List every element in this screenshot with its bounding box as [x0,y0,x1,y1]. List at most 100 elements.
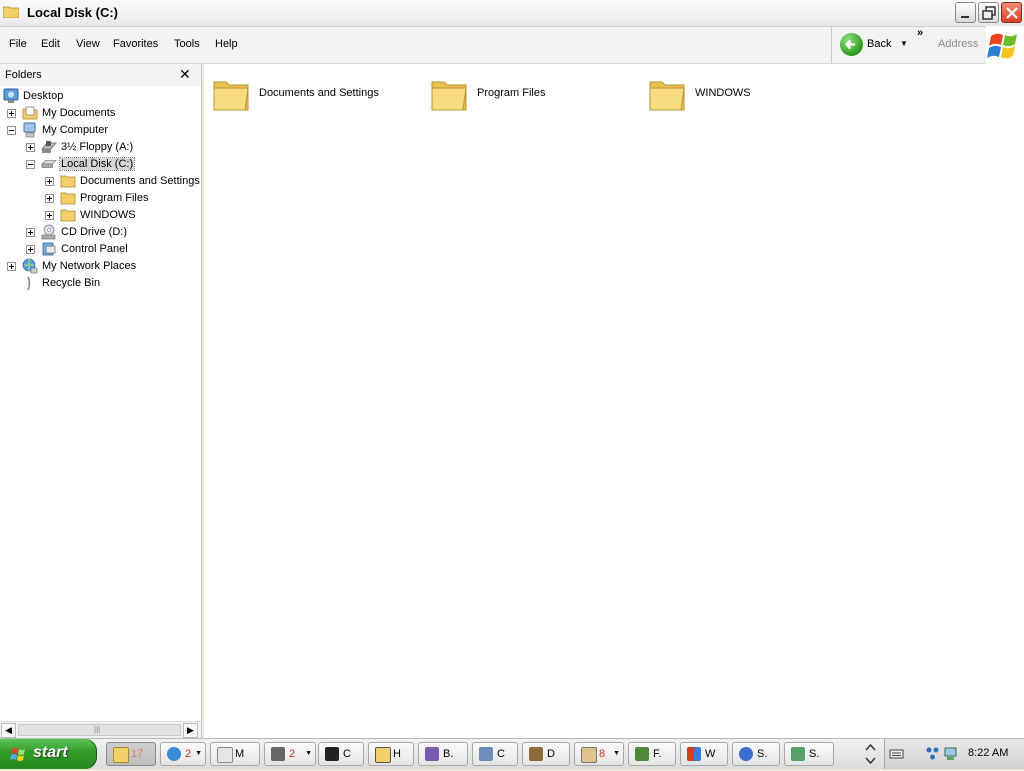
help-question-icon [739,747,753,761]
tree-item-floppy[interactable]: 3½ Floppy (A:) [0,139,200,156]
task-count: 8 [599,748,606,760]
menu-favorites[interactable]: Favorites [113,38,158,50]
title-bar: Local Disk (C:) [0,0,1024,27]
tree-item-network-places[interactable]: My Network Places [0,258,200,275]
collapse-icon[interactable] [26,160,35,169]
menu-tools[interactable]: Tools [174,38,200,50]
collapse-icon[interactable] [7,126,16,135]
expand-icon[interactable] [45,211,54,220]
menu-file[interactable]: File [9,38,27,50]
tree-label: My Network Places [42,260,137,272]
toolbar-chevron[interactable]: » [917,27,923,39]
task-7zip[interactable]: C [318,742,364,766]
tree-item-my-documents[interactable]: My Documents [0,105,200,122]
task-dropdown-icon: ▼ [195,750,202,757]
task-f[interactable]: F. [628,742,676,766]
scroll-grip-icon: ||| [94,725,101,734]
task-internet-explorer[interactable]: 2 ▼ [160,742,206,766]
content-item-program-files[interactable]: Program Files [430,74,610,114]
task-m[interactable]: M [210,742,260,766]
expand-icon[interactable] [26,228,35,237]
task-s-help[interactable]: S. [732,742,780,766]
folders-title: Folders [5,69,42,81]
content-item-label: WINDOWS [695,87,751,99]
content-item-windows[interactable]: WINDOWS [648,74,798,114]
content-item-documents-and-settings[interactable]: Documents and Settings [212,74,412,114]
taskbar-scroll[interactable] [862,740,879,768]
menu-edit[interactable]: Edit [41,38,60,50]
scroll-left-icon[interactable]: ◀ [1,723,16,738]
task-clipboard[interactable]: 8 ▼ [574,742,624,766]
expand-icon[interactable] [45,194,54,203]
taskbar: start 17 2 ▼ M 2 ▼ C H B. C D 8 ▼ F. W S… [0,738,1024,769]
back-dropdown-icon[interactable]: ▼ [900,39,908,48]
back-button[interactable]: Back ▼ [840,33,910,57]
tree-label: Desktop [23,90,64,102]
tree-item-local-disk[interactable]: Local Disk (C:) [0,156,200,173]
system-tray: 8:22 AM [884,739,1024,769]
menu-view[interactable]: View [76,38,100,50]
restore-button[interactable] [978,2,999,23]
task-help[interactable]: H [368,742,414,766]
network-tray-icon[interactable] [925,746,940,761]
restore-icon [982,6,996,20]
task-w[interactable]: W [680,742,728,766]
tree-item-desktop[interactable]: Desktop [0,88,200,105]
folders-close-icon[interactable]: ✕ [179,66,191,83]
toolbar-separator [831,27,832,63]
folders-pane: Folders ✕ Desktop My Documents My Comput… [0,64,202,739]
task-label: M [235,748,245,760]
task-label: S. [757,748,768,760]
help-file-icon [375,747,391,763]
tree-item-my-computer[interactable]: My Computer [0,122,200,139]
tree-label: Documents and Settings [80,175,200,187]
task-explorer[interactable]: 17 [106,742,156,766]
task-raccoon[interactable]: 2 ▼ [264,742,316,766]
task-label: D [547,748,555,760]
scroll-right-icon[interactable]: ▶ [183,723,198,738]
folder-icon [213,81,249,111]
b-app-icon [425,747,439,761]
start-label: start [33,744,68,761]
windows-logo-icon [986,26,1024,64]
address-label[interactable]: Address [938,38,978,50]
tree-item-program-files[interactable]: Program Files [0,190,200,207]
clock[interactable]: 8:22 AM [968,747,1008,759]
tree-item-recycle-bin[interactable]: Recycle Bin [0,275,200,292]
task-count: 2 [185,748,192,760]
tree-label: Program Files [80,192,149,204]
tree-item-cd-drive[interactable]: CD Drive (D:) [0,224,200,241]
computer-tray-icon[interactable] [943,746,958,761]
minimize-button[interactable] [955,2,976,23]
hard-disk-icon [41,160,57,168]
keyboard-icon[interactable] [889,746,904,761]
s-app-icon [791,747,805,761]
expand-icon[interactable] [26,143,35,152]
tree-label: My Computer [42,124,109,136]
cd-drive-icon [41,224,56,240]
task-c[interactable]: C [472,742,518,766]
expand-icon[interactable] [26,245,35,254]
c-app-icon [479,747,493,761]
control-panel-icon [42,242,56,256]
recycle-bin-icon [27,276,31,291]
tree-item-control-panel[interactable]: Control Panel [0,241,200,258]
expand-icon[interactable] [7,109,16,118]
tree-item-windows[interactable]: WINDOWS [0,207,200,224]
task-label: F. [653,748,662,760]
start-button[interactable]: start [0,739,97,769]
close-button[interactable] [1001,2,1022,23]
folders-horizontal-scrollbar[interactable]: ◀ ||| ▶ [0,721,201,739]
explorer-folder-icon [113,747,129,763]
tree-label: 3½ Floppy (A:) [61,141,134,153]
task-d[interactable]: D [522,742,570,766]
expand-icon[interactable] [7,262,16,271]
tree-label: WINDOWS [80,209,136,221]
menu-help[interactable]: Help [215,38,238,50]
tree-item-documents-and-settings[interactable]: Documents and Settings [0,173,200,190]
expand-icon[interactable] [45,177,54,186]
windows-flag-icon [10,748,25,761]
task-b[interactable]: B. [418,742,468,766]
task-s[interactable]: S. [784,742,834,766]
floppy-drive-icon [41,141,57,153]
